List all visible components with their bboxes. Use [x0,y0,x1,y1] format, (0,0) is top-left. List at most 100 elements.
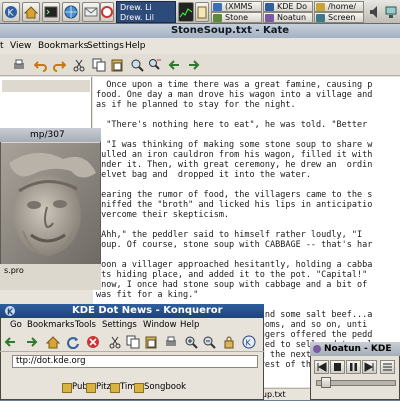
editor-line[interactable] [96,250,400,260]
kate-icon [213,14,222,22]
menu-go[interactable]: Go [10,318,22,332]
cut-icon[interactable] [108,335,122,349]
editor-line[interactable]: "Ahh," the peddler said to himself rathe… [96,230,400,240]
paste-icon[interactable] [144,335,158,349]
tray-network[interactable] [384,3,398,21]
skip-forward-icon [364,362,374,372]
home-icon[interactable] [46,335,60,349]
security-icon[interactable] [222,335,236,349]
editor-line[interactable]: know, I once had stone soup with cabbage… [96,280,400,290]
playlist-icon [383,363,392,371]
task-kde-dot-news[interactable]: KDE Do [263,1,313,12]
editor-line[interactable]: sniffed the "broth" and licked his lips … [96,200,400,210]
noatun-titlebar[interactable]: Noatun - KDE [310,342,400,356]
print-icon[interactable] [12,58,26,72]
task-home-folder[interactable]: /home/ [314,1,364,12]
find-icon[interactable] [130,58,144,72]
next-button[interactable] [362,360,377,374]
editor-line[interactable]: its hiding place, and added it to the po… [96,270,400,280]
xmms-icon [213,3,222,11]
editor-line[interactable]: velvet bag and dropped it into the water… [96,170,400,180]
editor-line[interactable] [96,130,400,140]
editor-line[interactable]: under it. Then, with great ceremony, he … [96,160,400,170]
clipboard-icon [197,6,207,19]
editor-line[interactable]: soup. Of course, stone soup with CABBAGE… [96,240,400,250]
menu-view[interactable]: View [10,38,31,54]
zoom-in-icon[interactable] [184,335,198,349]
stop-button[interactable] [330,360,345,374]
editor-line[interactable]: "I was thinking of making some stone sou… [96,140,400,150]
editor-line[interactable]: was fit for a king." [96,290,400,300]
editor-line[interactable]: food. One day a man drove his wagon into… [96,90,400,100]
editor-line[interactable]: as if he planned to stay for the night. [96,100,400,110]
bookmark-pub[interactable]: Pub [62,378,88,396]
reload-icon[interactable] [66,335,80,349]
editor-line[interactable] [96,220,400,230]
window-title: StoneSoup.txt - Kate [170,25,290,36]
klipper-button[interactable] [195,2,209,22]
bookmark-pitz[interactable]: Pitz [86,378,111,396]
paste-icon[interactable] [110,58,124,72]
editor-line[interactable] [96,110,400,120]
editor-line[interactable] [96,180,400,190]
menu-bookmarks[interactable]: Bookmarks [27,318,75,332]
image-viewer-filename: s.pro [4,266,24,275]
seek-slider-handle[interactable] [321,377,332,388]
speaker-icon [370,6,377,18]
pager-desktop-2[interactable]: Drew. Lil [120,13,172,23]
desktop-pager[interactable]: Drew. Li Drew. Lil [116,1,176,23]
forward-icon[interactable] [24,335,38,349]
editor-line[interactable]: overcome their skepticism. [96,210,400,220]
arrow-left-icon[interactable] [168,58,182,72]
editor-line[interactable]: "There's nothing here to eat", he was to… [96,120,400,130]
k-menu-button[interactable]: K [2,2,20,22]
menu-settings[interactable]: Settings [87,38,124,54]
editor-line[interactable]: Hearing the rumor of food, the villagers… [96,190,400,200]
menu-edit[interactable]: t [0,38,4,54]
copy-icon[interactable] [92,58,106,72]
task-screenshot[interactable]: Screen [314,12,364,23]
previous-button[interactable] [314,360,329,374]
menu-tools[interactable]: Tools [75,318,96,332]
task-xmms[interactable]: (XMMS [211,1,262,12]
stop-icon[interactable] [86,335,100,349]
task-stonesoup-kate[interactable]: Stone [211,12,262,23]
browser-button[interactable] [62,2,80,22]
print-icon[interactable] [164,335,178,349]
konqueror-toolbar: K [0,332,264,352]
pager-desktop-1[interactable]: Drew. Li [120,3,172,13]
kate-titlebar[interactable]: StoneSoup.txt - Kate [0,24,400,38]
svg-text:K: K [7,308,14,317]
zoom-out-icon[interactable] [202,335,216,349]
image-viewer-titlebar[interactable]: mp/307 [0,128,101,142]
menu-window[interactable]: Window [143,318,177,332]
replace-icon[interactable] [148,58,162,72]
redo-icon[interactable] [52,58,66,72]
copy-icon[interactable] [126,335,140,349]
home-button[interactable] [22,2,40,22]
bookmark-tim[interactable]: Tim [110,378,136,396]
arrow-right-icon[interactable] [186,58,200,72]
kate-menubar: t View Bookmarks Settings Help [0,38,400,54]
undo-icon[interactable] [34,58,48,72]
terminal-button[interactable] [42,2,60,22]
task-noatun[interactable]: Noatun [263,12,313,23]
help-button[interactable] [100,2,114,22]
editor-line[interactable]: Soon a villager approached hesitantly, h… [96,260,400,270]
editor-line[interactable]: pulled an iron cauldron from his wagon, … [96,150,400,160]
bookmark-songbook[interactable]: Songbook [134,378,186,396]
menu-help[interactable]: Help [180,318,199,332]
mail-button[interactable] [82,2,100,22]
back-icon[interactable] [4,335,18,349]
playlist-button[interactable] [380,360,395,374]
location-input[interactable]: ttp://dot.kde.org [12,355,258,368]
konqueror-titlebar[interactable]: K KDE Dot News - Konqueror [0,304,264,318]
menu-help[interactable]: Help [125,38,146,54]
play-pause-button[interactable] [346,360,361,374]
tray-speaker[interactable] [368,3,382,21]
editor-line[interactable]: Once upon a time there was a great famin… [96,80,400,90]
menu-bookmarks[interactable]: Bookmarks [38,38,88,54]
menu-settings[interactable]: Settings [102,318,137,332]
file-list-tab[interactable] [2,80,90,92]
cut-icon[interactable] [72,58,86,72]
